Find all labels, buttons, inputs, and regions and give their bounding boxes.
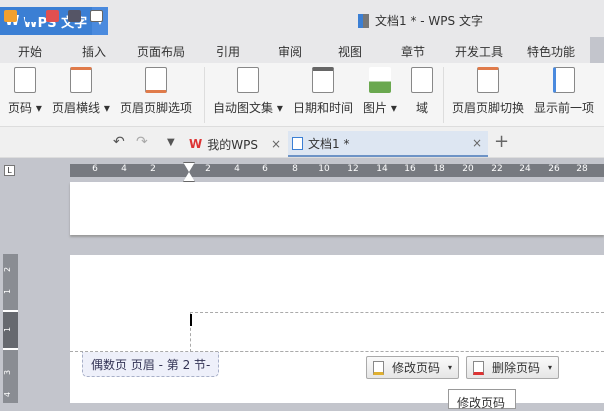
tab-start[interactable]: 开始	[18, 43, 42, 60]
header-editing-area[interactable]	[190, 312, 604, 352]
delete-page-number-button[interactable]: 删除页码 ▾	[466, 356, 560, 379]
tab-view[interactable]: 视图	[338, 43, 362, 60]
document-icon	[292, 136, 303, 150]
ruler-tick: 6	[92, 164, 98, 174]
undo-icon[interactable]: ↶	[113, 134, 125, 150]
vruler-tick: 4	[3, 391, 13, 398]
ruler-tick: 26	[548, 164, 560, 174]
vruler-tick: 2	[3, 266, 13, 273]
document-icon	[358, 13, 369, 28]
tab-review[interactable]: 审阅	[278, 43, 302, 60]
auto-text-button[interactable]: 自动图文集 ▾	[213, 67, 283, 116]
close-icon[interactable]: ×	[271, 137, 281, 151]
tab-page-layout[interactable]: 页面布局	[137, 43, 185, 60]
ruler-tick: 6	[262, 164, 268, 174]
tab-references[interactable]: 引用	[216, 43, 240, 60]
picture-icon	[368, 67, 391, 93]
show-previous-button[interactable]: 显示前一项	[534, 67, 594, 116]
wps-logo-icon: W	[189, 137, 203, 151]
tab-developer[interactable]: 开发工具	[455, 43, 503, 60]
ruler-tick: 2	[150, 164, 156, 174]
picture-button[interactable]: 图片 ▾	[363, 67, 397, 116]
tab-stop-selector[interactable]: L	[4, 165, 15, 176]
ruler-tick: 24	[519, 164, 531, 174]
window-title: 文档1 * - WPS 文字	[358, 12, 483, 29]
field-icon	[411, 67, 433, 93]
tab-chapter[interactable]: 章节	[401, 43, 425, 60]
open-icon[interactable]	[4, 10, 17, 22]
auto-text-icon	[236, 67, 259, 93]
ruler-tick: 4	[121, 164, 127, 174]
edit-page-icon	[373, 360, 384, 375]
field-button[interactable]: 域	[411, 67, 433, 116]
ruler-tick: 10	[318, 164, 330, 174]
new-tab-icon[interactable]: +	[494, 131, 509, 152]
ruler-tick: 18	[433, 164, 445, 174]
tooltip: 修改页码	[448, 389, 516, 410]
ruler-tick: 8	[292, 164, 298, 174]
header-footer-options-button[interactable]: 页眉页脚选项	[120, 67, 192, 116]
ribbon: 页码 ▾ 页眉横线 ▾ 页眉页脚选项 自动图文集 ▾ 日期和时间 图片 ▾ 域 …	[0, 63, 604, 127]
header-line-icon	[69, 67, 92, 93]
page-number-icon	[13, 67, 36, 93]
page-1	[70, 182, 604, 235]
delete-page-icon	[473, 360, 484, 375]
print-preview-icon[interactable]	[90, 10, 103, 22]
menu-tabs: 开始 插入 页面布局 引用 审阅 视图 章节 开发工具 特色功能	[0, 37, 590, 63]
text-cursor	[190, 314, 192, 326]
switch-header-footer-icon	[477, 67, 499, 93]
customize-dropdown-icon[interactable]: ▼	[167, 137, 175, 148]
export-pdf-icon[interactable]	[46, 10, 59, 22]
vruler-tick: 1	[3, 326, 13, 333]
vruler-tick: 3	[3, 369, 13, 376]
tab-insert[interactable]: 插入	[82, 43, 106, 60]
ruler-tick: 2	[205, 164, 211, 174]
tab-document1[interactable]: 文档1 * ×	[288, 131, 488, 157]
ruler-tick: 20	[462, 164, 474, 174]
tab-my-wps[interactable]: W 我的WPS ×	[185, 131, 287, 157]
ruler-tick: 14	[376, 164, 388, 174]
close-icon[interactable]: ×	[472, 136, 482, 150]
tab-special[interactable]: 特色功能	[527, 43, 575, 60]
calendar-icon	[312, 67, 334, 93]
print-icon[interactable]	[68, 10, 81, 22]
ruler-tick: 16	[404, 164, 416, 174]
date-time-button[interactable]: 日期和时间	[293, 67, 353, 116]
header-section-label: 偶数页 页眉 - 第 2 节-	[82, 352, 220, 377]
switch-header-footer-button[interactable]: 页眉页脚切换	[452, 67, 524, 116]
ruler-tick: 4	[234, 164, 240, 174]
redo-icon[interactable]: ↷	[136, 134, 148, 150]
ruler-tick: 28	[576, 164, 588, 174]
ruler-tick: 12	[347, 164, 359, 174]
header-line-button[interactable]: 页眉横线 ▾	[52, 67, 110, 116]
ruler-tick: 22	[491, 164, 503, 174]
show-previous-icon	[553, 67, 575, 93]
header-footer-options-icon	[145, 67, 167, 93]
save-icon[interactable]	[25, 10, 38, 22]
modify-page-number-button[interactable]: 修改页码 ▾	[366, 356, 460, 379]
page-number-button[interactable]: 页码 ▾	[8, 67, 42, 116]
vruler-tick: 1	[3, 288, 13, 295]
